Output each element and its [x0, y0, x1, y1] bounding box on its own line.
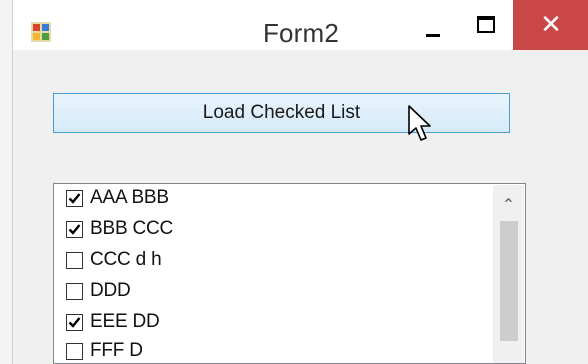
minimize-icon [426, 34, 440, 37]
title-bar: Form2 ✕ [13, 0, 588, 50]
maximize-icon [477, 16, 495, 33]
minimize-button[interactable] [408, 0, 458, 50]
checkbox[interactable] [66, 342, 83, 360]
load-checked-list-button[interactable]: Load Checked List [53, 93, 510, 133]
item-label: EEE DD [90, 311, 160, 332]
scroll-thumb[interactable] [500, 221, 518, 341]
mouse-cursor-icon [407, 104, 437, 152]
checkbox[interactable] [66, 282, 83, 300]
checkbox[interactable] [66, 189, 83, 207]
close-icon: ✕ [540, 10, 562, 40]
form2-window: Form2 ✕ Load Checked List AAA BBB BBB CC… [12, 0, 588, 364]
list-item[interactable]: DDD [66, 279, 131, 303]
list-item[interactable]: FFF D [66, 339, 143, 363]
list-item[interactable]: EEE DD [66, 310, 160, 334]
list-item[interactable]: CCC d h [66, 248, 162, 272]
vertical-scrollbar[interactable]: ⌃ [493, 185, 524, 363]
maximize-button[interactable] [461, 0, 511, 50]
checkbox[interactable] [66, 220, 83, 238]
checked-list-box[interactable]: AAA BBB BBB CCC CCC d h DDD EEE DD FFF D [53, 183, 526, 364]
item-label: BBB CCC [90, 218, 174, 239]
close-button[interactable]: ✕ [513, 0, 588, 50]
item-label: DDD [90, 280, 131, 301]
list-item[interactable]: BBB CCC [66, 217, 173, 241]
item-label: FFF D [90, 340, 143, 361]
checkbox[interactable] [66, 251, 83, 269]
scroll-up-arrow-icon[interactable]: ⌃ [493, 185, 524, 219]
item-label: CCC d h [90, 249, 162, 270]
list-item[interactable]: AAA BBB [66, 186, 169, 210]
checkbox[interactable] [66, 313, 83, 331]
item-label: AAA BBB [90, 187, 169, 208]
